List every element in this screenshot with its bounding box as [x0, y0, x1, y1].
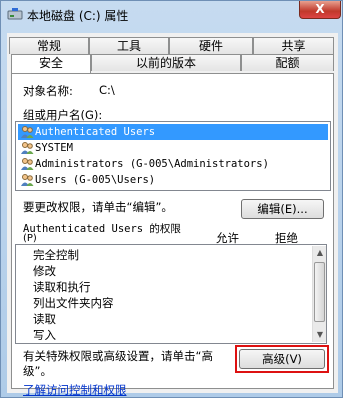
scroll-thumb[interactable]: [314, 262, 325, 322]
tab-hardware[interactable]: 硬件: [169, 37, 253, 54]
permissions-accel: (P): [23, 233, 37, 244]
list-item[interactable]: Administrators (G-005\Administrators): [18, 156, 328, 172]
user-name: Users (G-005\Users): [35, 174, 156, 186]
user-group-icon: [21, 174, 34, 186]
user-name: Authenticated Users: [35, 126, 156, 138]
access-control-help-link[interactable]: 了解访问控制和权限: [23, 382, 127, 398]
close-button[interactable]: X: [299, 1, 341, 19]
permission-item: 修改: [33, 264, 56, 278]
window-title: 本地磁盘 (C:) 属性: [27, 9, 129, 23]
list-item[interactable]: Users (G-005\Users): [18, 172, 328, 188]
permissions-title: Authenticated Users 的权限: [23, 223, 181, 235]
permission-item: 读取: [33, 312, 56, 326]
tab-security[interactable]: 安全: [11, 54, 91, 73]
advanced-hint-line2: 级”。: [23, 364, 52, 378]
tab-previous-versions[interactable]: 以前的版本: [91, 54, 241, 71]
object-name-value: C:\: [99, 83, 115, 97]
permissions-scrollbar[interactable]: ▲ ▼: [312, 246, 326, 342]
user-group-icon: [21, 158, 34, 170]
list-item[interactable]: Authenticated Users: [18, 124, 328, 140]
object-name-label: 对象名称:: [23, 84, 73, 98]
permission-item: 列出文件夹内容: [33, 296, 114, 310]
drive-icon: [7, 8, 23, 20]
advanced-button[interactable]: 高级(V): [239, 349, 325, 369]
user-name: Administrators (G-005\Administrators): [35, 158, 269, 170]
change-permissions-text: 要更改权限，请单击“编辑”。: [23, 200, 173, 214]
tab-tools[interactable]: 工具: [89, 37, 169, 54]
permissions-list[interactable]: 完全控制 修改 读取和执行 列出文件夹内容 读取 写入 ▲ ▼: [15, 244, 327, 344]
edit-button[interactable]: 编辑(E)...: [241, 199, 324, 219]
users-listbox[interactable]: Authenticated Users SYSTEM Administrator…: [15, 121, 331, 191]
permission-item: 写入: [33, 328, 56, 342]
scroll-up-icon[interactable]: ▲: [313, 246, 326, 260]
scroll-down-icon[interactable]: ▼: [313, 328, 326, 342]
user-group-icon: [21, 142, 34, 154]
tab-general[interactable]: 常规: [9, 37, 89, 54]
user-name: SYSTEM: [35, 142, 73, 154]
permission-item: 完全控制: [33, 248, 79, 262]
tab-sharing[interactable]: 共享: [253, 37, 334, 54]
tab-quota[interactable]: 配额: [241, 54, 334, 71]
advanced-hint-line1: 有关特殊权限或高级设置，请单击“高: [23, 349, 213, 363]
title-bar[interactable]: 本地磁盘 (C:) 属性 X: [1, 1, 343, 28]
list-item[interactable]: SYSTEM: [18, 140, 328, 156]
properties-window: 本地磁盘 (C:) 属性 X 常规 工具 硬件 共享 安全 以前的版本 配额 对…: [0, 0, 343, 398]
permission-item: 读取和执行: [33, 280, 91, 294]
user-group-icon: [21, 126, 34, 138]
